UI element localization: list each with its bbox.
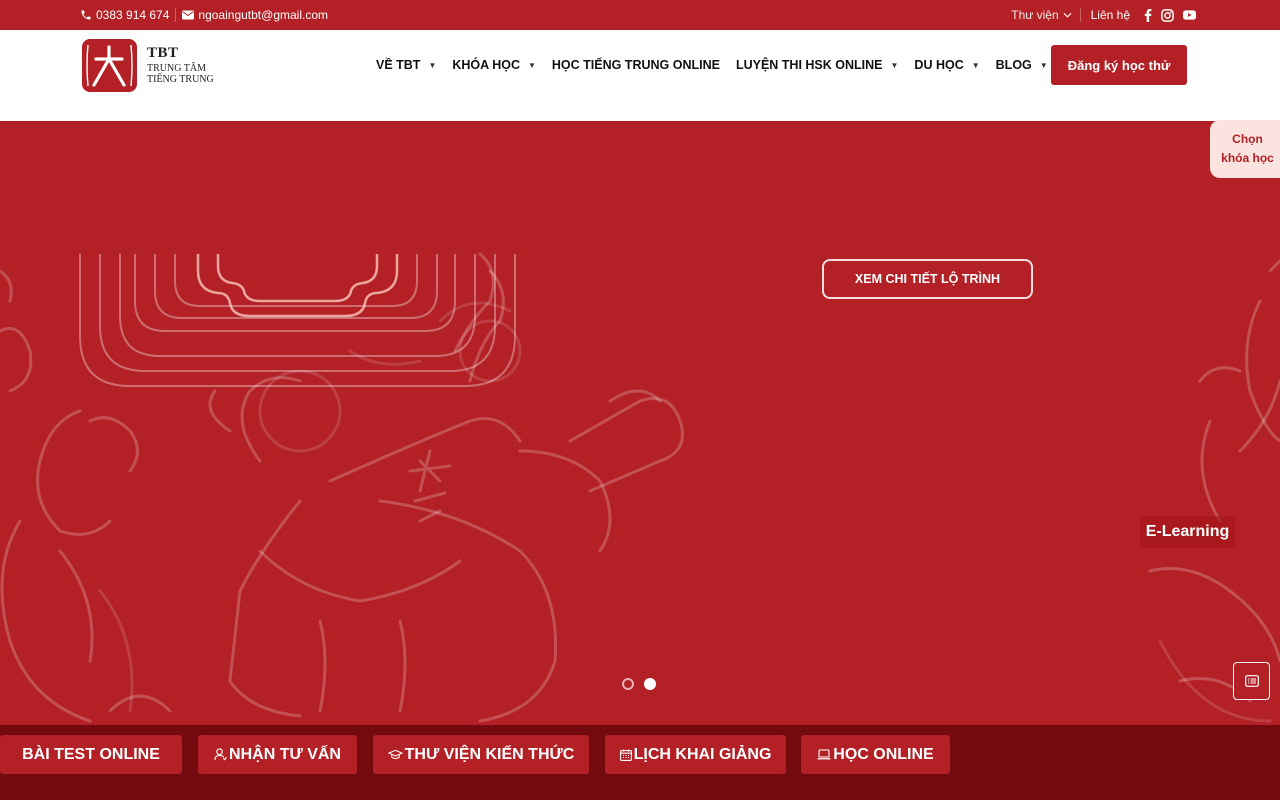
caret-down-icon: ▼ xyxy=(971,60,980,70)
nav-item-ve-tbt[interactable]: VỀ TBT ▼ xyxy=(376,58,436,72)
youtube-icon[interactable] xyxy=(1183,10,1196,20)
logo-subtitle-2: TIẾNG TRUNG xyxy=(147,74,214,85)
hero-slider: XEM CHI TIẾT LỘ TRÌNH E-Learning xyxy=(0,121,1280,725)
logo-mark xyxy=(82,39,137,92)
calendar-icon xyxy=(619,749,632,761)
online-test-label: BÀI TEST ONLINE xyxy=(22,745,160,763)
phone-link[interactable]: 0383 914 674 xyxy=(80,8,169,22)
slider-dot-1[interactable] xyxy=(622,678,634,690)
register-trial-button[interactable]: Đăng ký học thử xyxy=(1051,45,1187,85)
logo-title: TBT xyxy=(147,45,179,61)
learn-online-button[interactable]: HỌC ONLINE xyxy=(801,735,950,774)
nav-item-hoc-tieng-trung-online[interactable]: HỌC TIẾNG TRUNG ONLINE xyxy=(552,58,720,72)
get-advice-label: NHẬN TƯ VẤN xyxy=(229,745,341,763)
opening-schedule-button[interactable]: LỊCH KHAI GIẢNG xyxy=(605,735,786,774)
nav-label: KHÓA HỌC xyxy=(452,58,520,72)
online-test-button[interactable]: BÀI TEST ONLINE xyxy=(0,735,182,774)
logo-subtitle-1: TRUNG TÂM xyxy=(147,63,206,74)
caret-down-icon: ▼ xyxy=(527,60,536,70)
site-header: TBT TRUNG TÂM TIẾNG TRUNG VỀ TBT ▼ KHÓA H… xyxy=(0,30,1280,121)
slider-dots xyxy=(622,678,656,690)
view-roadmap-button[interactable]: XEM CHI TIẾT LỘ TRÌNH xyxy=(822,259,1033,299)
main-nav: VỀ TBT ▼ KHÓA HỌC ▼ HỌC TIẾNG TRUNG ONLINE… xyxy=(376,30,1064,100)
divider xyxy=(1079,8,1081,22)
graduation-cap-icon xyxy=(387,749,403,759)
instagram-icon[interactable] xyxy=(1161,8,1174,22)
social-links xyxy=(1144,8,1196,22)
choose-course-tab[interactable]: Chọn khóa học xyxy=(1210,120,1280,178)
nav-label: LUYỆN THI HSK ONLINE xyxy=(735,58,883,72)
nav-item-du-hoc[interactable]: DU HỌC ▼ xyxy=(914,58,979,72)
caret-down-icon: ▼ xyxy=(890,60,899,70)
phone-number: 0383 914 674 xyxy=(96,8,170,22)
library-label: Thư viện xyxy=(1011,8,1059,22)
facebook-icon[interactable] xyxy=(1144,8,1152,22)
elearning-label: E-Learning xyxy=(1140,516,1235,548)
email-address: ngoaingutbt@gmail.com xyxy=(198,8,328,22)
nav-label: HỌC TIẾNG TRUNG ONLINE xyxy=(551,58,720,72)
choose-course-line1: Chọn xyxy=(1232,132,1263,146)
bottom-action-bar: BÀI TEST ONLINE NHẬN TƯ VẤN THƯ VIỆN KIẾ… xyxy=(0,725,1280,800)
top-bar: 0383 914 674 ngoaingutbt@gmail.com Thư v… xyxy=(0,0,1280,30)
caret-down-icon: ▼ xyxy=(1039,60,1048,70)
laptop-icon xyxy=(817,749,831,760)
divider xyxy=(175,8,177,22)
email-link[interactable]: ngoaingutbt@gmail.com xyxy=(182,8,328,22)
learn-online-label: HỌC ONLINE xyxy=(833,745,934,763)
opening-schedule-label: LỊCH KHAI GIẢNG xyxy=(633,745,772,763)
top-bar-right: Thư viện Liên hệ xyxy=(1011,0,1196,30)
nav-label: VỀ TBT xyxy=(376,58,421,72)
envelope-icon xyxy=(182,10,195,20)
nav-label: DU HỌC xyxy=(914,58,964,72)
nav-item-khoa-hoc[interactable]: KHÓA HỌC ▼ xyxy=(452,58,536,72)
list-icon xyxy=(1244,675,1259,687)
phone-icon xyxy=(81,10,91,20)
hero-illustration xyxy=(0,252,1280,723)
slider-dot-2[interactable] xyxy=(644,678,656,690)
nav-item-luyen-thi-hsk-online[interactable]: LUYỆN THI HSK ONLINE ▼ xyxy=(736,58,898,72)
contact-info: 0383 914 674 ngoaingutbt@gmail.com xyxy=(80,0,328,30)
knowledge-library-label: THƯ VIỆN KIẾN THỨC xyxy=(404,745,575,763)
chevron-down-icon xyxy=(1063,12,1072,18)
nav-item-blog[interactable]: BLOG ▼ xyxy=(996,58,1048,72)
logo-text: TBT TRUNG TÂM TIẾNG TRUNG xyxy=(147,46,214,85)
library-dropdown[interactable]: Thư viện xyxy=(1011,8,1072,22)
get-advice-button[interactable]: NHẬN TƯ VẤN xyxy=(198,735,357,774)
user-icon xyxy=(214,748,228,761)
knowledge-library-button[interactable]: THƯ VIỆN KIẾN THỨC xyxy=(373,735,589,774)
caret-down-icon: ▼ xyxy=(428,60,437,70)
contact-link[interactable]: Liên hệ xyxy=(1091,8,1130,22)
site-logo[interactable]: TBT TRUNG TÂM TIẾNG TRUNG xyxy=(82,39,214,92)
choose-course-line2: khóa học xyxy=(1221,151,1274,165)
table-of-contents-button[interactable] xyxy=(1233,662,1270,700)
nav-label: BLOG xyxy=(995,58,1032,72)
